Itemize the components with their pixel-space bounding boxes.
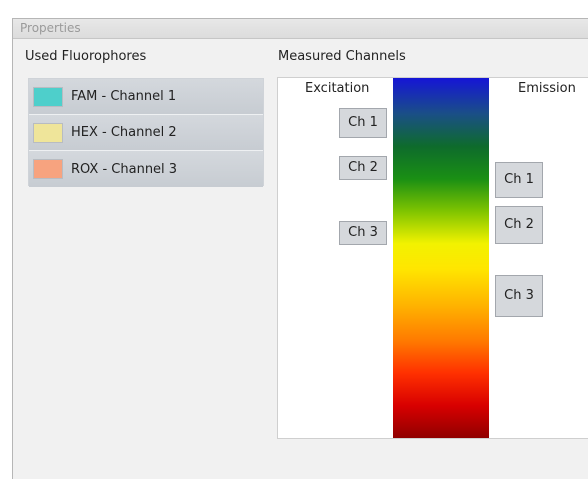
excitation-ch1-button[interactable]: Ch 1 xyxy=(339,108,387,138)
emission-ch2-button[interactable]: Ch 2 xyxy=(495,206,543,244)
fluorophore-item-rox[interactable]: ROX - Channel 3 xyxy=(29,151,263,187)
excitation-label: Excitation xyxy=(305,81,370,96)
fluorophore-list: FAM - Channel 1 HEX - Channel 2 ROX - Ch… xyxy=(28,78,264,187)
fluorophore-label: FAM - Channel 1 xyxy=(71,89,177,104)
wavelength-spectrum-bar xyxy=(393,78,489,438)
hex-color-swatch xyxy=(33,122,63,143)
fluorophore-item-fam[interactable]: FAM - Channel 1 xyxy=(29,79,263,115)
fam-color-swatch xyxy=(33,86,63,107)
properties-window: Properties Used Fluorophores FAM - Chann… xyxy=(12,18,588,479)
fluorophore-label: HEX - Channel 2 xyxy=(71,125,177,140)
measured-channels-heading: Measured Channels xyxy=(278,49,406,64)
excitation-ch3-button[interactable]: Ch 3 xyxy=(339,221,387,245)
emission-ch1-button[interactable]: Ch 1 xyxy=(495,162,543,198)
window-title: Properties xyxy=(13,19,588,39)
fluorophore-label: ROX - Channel 3 xyxy=(71,161,178,177)
rox-color-swatch xyxy=(33,159,63,179)
emission-label: Emission xyxy=(518,81,576,96)
used-fluorophores-heading: Used Fluorophores xyxy=(25,49,147,64)
measured-channels-panel: Excitation Emission Ch 1 Ch 2 Ch 3 Ch 1 … xyxy=(277,77,588,439)
emission-ch3-button[interactable]: Ch 3 xyxy=(495,275,543,317)
fluorophore-item-hex[interactable]: HEX - Channel 2 xyxy=(29,115,263,151)
excitation-ch2-button[interactable]: Ch 2 xyxy=(339,156,387,180)
